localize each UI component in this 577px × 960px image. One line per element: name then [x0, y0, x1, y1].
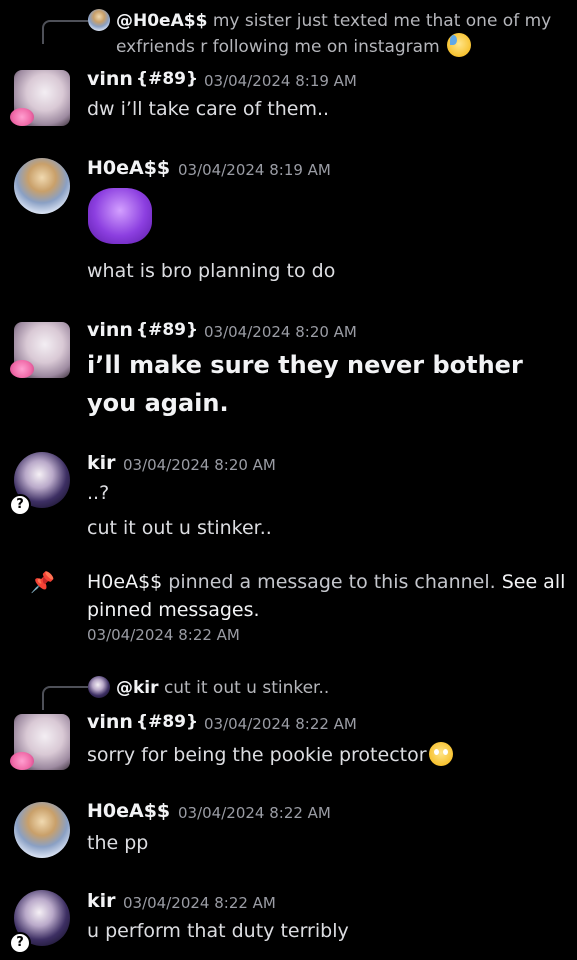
username[interactable]: H0eA$$ — [87, 157, 170, 179]
message-text: ..? — [87, 482, 110, 504]
timestamp: 03/04/2024 8:22 AM — [87, 626, 240, 644]
username[interactable]: H0eA$$ — [87, 800, 170, 822]
reply-avatar[interactable] — [88, 676, 110, 698]
message-text: what is bro planning to do — [87, 260, 336, 282]
username[interactable]: kir — [87, 452, 116, 474]
message-text: cut it out u stinker.. — [87, 517, 272, 539]
timestamp: 03/04/2024 8:20 AM — [204, 323, 357, 341]
user-tag: {#89} — [136, 712, 199, 732]
status-badge: ? — [9, 494, 31, 516]
reply-preview[interactable]: @kir cut it out u stinker.. — [116, 676, 576, 700]
timestamp: 03/04/2024 8:22 AM — [123, 894, 276, 912]
reply-preview[interactable]: @H0eA$$ my sister just texted me that on… — [116, 9, 576, 59]
message-text: u perform that duty terribly — [87, 920, 349, 942]
username[interactable]: vinn — [87, 319, 133, 341]
message-text: the pp — [87, 832, 149, 854]
avatar[interactable] — [14, 802, 70, 858]
timestamp: 03/04/2024 8:20 AM — [123, 456, 276, 474]
downcast-sweat-emoji-icon — [447, 33, 472, 57]
user-tag: {#89} — [136, 320, 199, 340]
reply-connector — [42, 686, 88, 710]
reply-connector — [42, 20, 88, 44]
purple-blob-emote-icon — [88, 188, 152, 244]
message-text: i’ll make sure they never bother you aga… — [87, 351, 523, 417]
message-text: dw i’ll take care of them.. — [87, 98, 330, 120]
pin-text: pinned a message to this channel. — [162, 571, 502, 593]
status-badge: ? — [9, 932, 31, 954]
username[interactable]: kir — [87, 890, 116, 912]
avatar-decoration-icon — [10, 108, 34, 126]
reply-mention[interactable]: @H0eA$$ — [116, 11, 207, 31]
username[interactable]: vinn — [87, 711, 133, 733]
avatar-decoration-icon — [10, 360, 34, 378]
timestamp: 03/04/2024 8:19 AM — [178, 161, 331, 179]
pin-actor[interactable]: H0eA$$ — [87, 571, 162, 593]
timestamp: 03/04/2024 8:19 AM — [204, 72, 357, 90]
pin-icon: 📌 — [30, 570, 55, 594]
reply-avatar[interactable] — [88, 9, 110, 31]
avatar-decoration-icon — [10, 752, 34, 770]
username[interactable]: vinn — [87, 68, 133, 90]
message-text-content: sorry for being the pookie protector — [87, 744, 427, 766]
timestamp: 03/04/2024 8:22 AM — [204, 715, 357, 733]
reply-text: cut it out u stinker.. — [163, 678, 330, 698]
user-tag: {#89} — [136, 69, 199, 89]
message-text: sorry for being the pookie protector — [87, 742, 453, 766]
reply-mention[interactable]: @kir — [116, 678, 159, 698]
pin-system-message: H0eA$$ pinned a message to this channel.… — [87, 568, 567, 624]
timestamp: 03/04/2024 8:22 AM — [178, 804, 331, 822]
avatar[interactable] — [14, 158, 70, 214]
eye-roll-emoji-icon — [428, 742, 453, 766]
